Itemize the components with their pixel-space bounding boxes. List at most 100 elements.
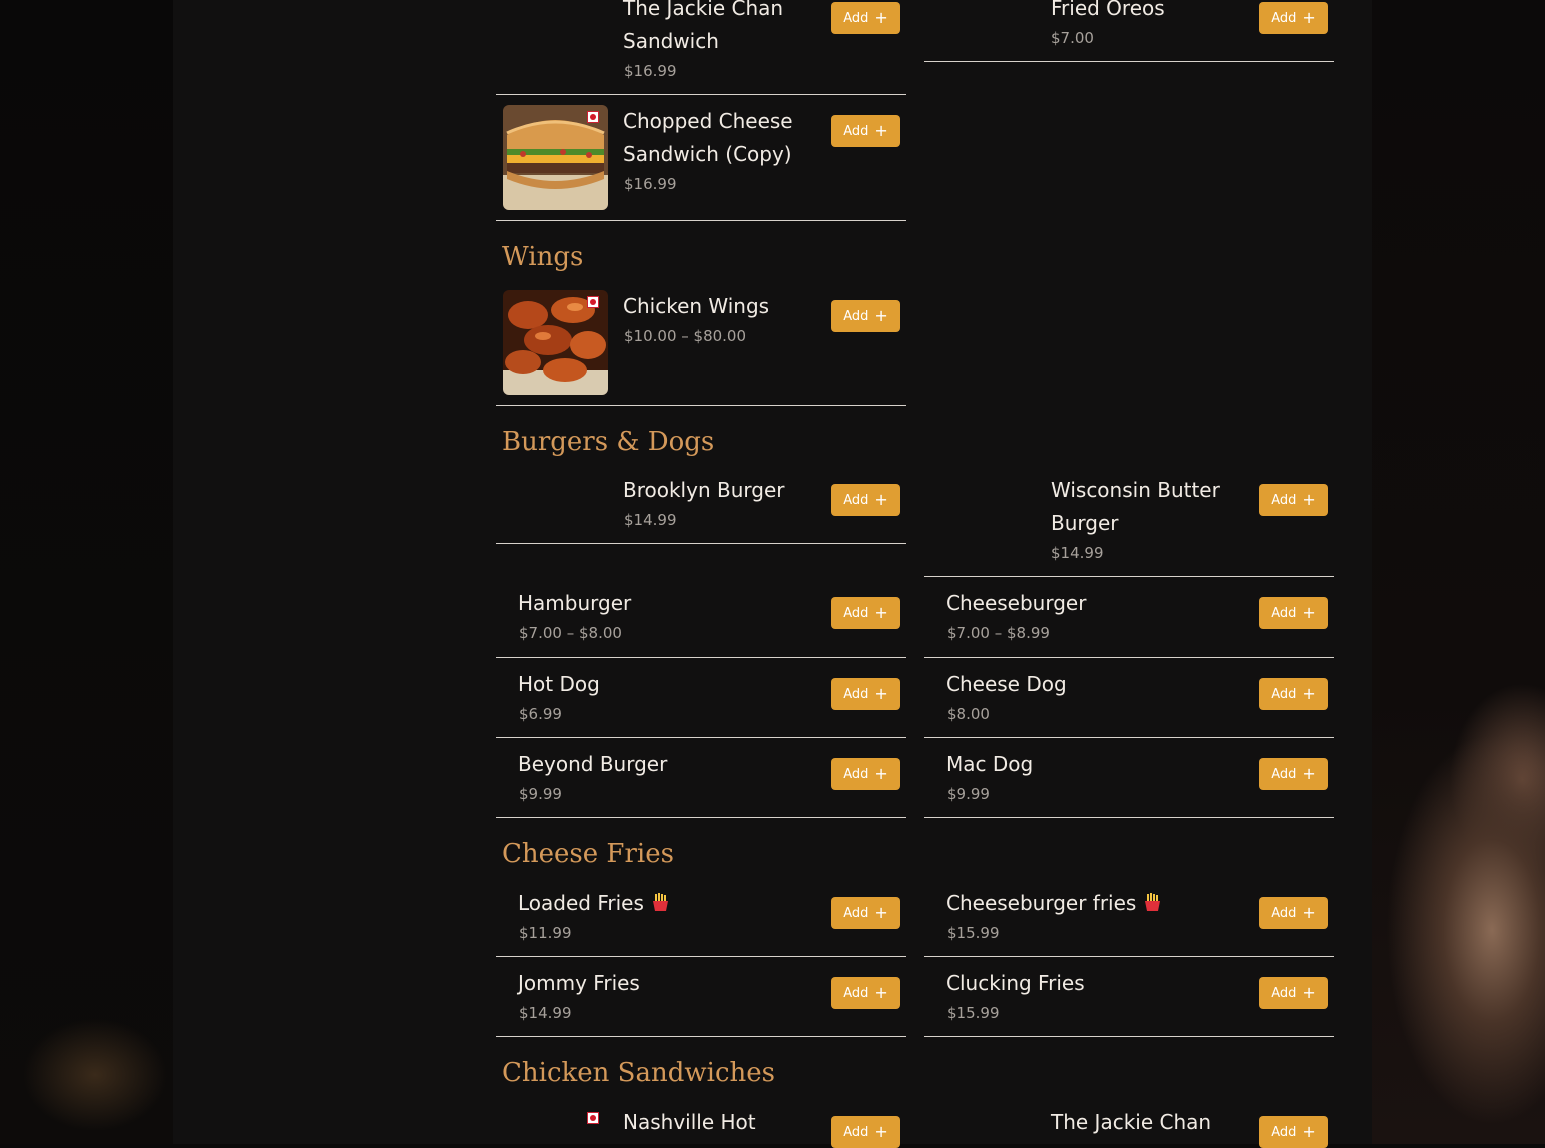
add-button[interactable]: Add +	[1259, 484, 1328, 516]
item-divider	[924, 1036, 1334, 1037]
item-name: Mac Dog	[946, 752, 1034, 776]
add-button[interactable]: Add +	[831, 115, 900, 147]
item-name-row: Cheeseburger fries	[946, 887, 1161, 920]
plus-icon: +	[1302, 603, 1316, 622]
plus-icon: +	[1302, 764, 1316, 783]
add-button[interactable]: Add +	[1259, 758, 1328, 790]
add-label: Add	[1271, 10, 1297, 26]
item-name: Nashville Hot	[623, 1110, 756, 1134]
add-label: Add	[1271, 492, 1297, 508]
plus-icon: +	[874, 983, 888, 1002]
add-label: Add	[843, 308, 869, 324]
item-divider	[496, 817, 906, 818]
flag-icon	[587, 296, 599, 308]
add-label: Add	[1271, 766, 1297, 782]
plus-icon: +	[1302, 983, 1316, 1002]
category-heading-burgers: Burgers & Dogs	[502, 427, 715, 457]
item-price: $14.99	[624, 511, 677, 529]
add-button[interactable]: Add +	[1259, 2, 1328, 34]
flag-icon	[587, 111, 599, 123]
add-button[interactable]: Add +	[1259, 678, 1328, 710]
add-button[interactable]: Add +	[831, 484, 900, 516]
background-left	[0, 0, 173, 1144]
plus-icon: +	[874, 8, 888, 27]
item-name: Fried Oreos	[1051, 0, 1165, 20]
add-button[interactable]: Add +	[1259, 977, 1328, 1009]
add-label: Add	[843, 10, 869, 26]
add-label: Add	[843, 985, 869, 1001]
add-button[interactable]: Add +	[831, 300, 900, 332]
item-name: Clucking Fries	[946, 971, 1085, 995]
item-name: Cheese Dog	[946, 672, 1067, 696]
plus-icon: +	[1302, 8, 1316, 27]
item-name: Cheeseburger	[946, 591, 1087, 615]
item-divider	[496, 1036, 906, 1037]
item-name: Chicken Wings	[623, 294, 770, 318]
item-divider	[924, 61, 1334, 62]
add-label: Add	[843, 905, 869, 921]
item-name: Loaded Fries	[518, 891, 644, 915]
item-price: $14.99	[1051, 544, 1104, 562]
item-price: $7.00	[1051, 29, 1094, 47]
item-name: The Jackie Chan Sandwich	[623, 0, 784, 53]
item-name: Beyond Burger	[518, 752, 668, 776]
item-divider	[496, 956, 906, 957]
plus-icon: +	[1302, 490, 1316, 509]
item-name: Brooklyn Burger	[623, 478, 785, 502]
item-name: Chopped Cheese Sandwich (Copy)	[623, 109, 793, 166]
item-divider	[496, 405, 906, 406]
item-divider	[496, 543, 906, 544]
item-divider	[496, 220, 906, 221]
add-label: Add	[843, 686, 869, 702]
add-label: Add	[843, 605, 869, 621]
item-name: Wisconsin Butter Burger	[1051, 478, 1220, 535]
add-button[interactable]: Add +	[831, 758, 900, 790]
item-price: $16.99	[624, 175, 677, 193]
background-right-photo	[1372, 0, 1545, 1144]
add-button[interactable]: Add +	[831, 1116, 900, 1148]
add-button[interactable]: Add +	[831, 897, 900, 929]
item-name-row: Loaded Fries	[518, 887, 669, 920]
item-divider	[496, 94, 906, 95]
item-price: $7.00 – $8.99	[947, 624, 1050, 642]
add-button[interactable]: Add +	[1259, 1116, 1328, 1148]
item-price: $10.00 – $80.00	[624, 327, 747, 345]
item-price: $14.99	[519, 1004, 572, 1022]
add-button[interactable]: Add +	[831, 2, 900, 34]
plus-icon: +	[874, 764, 888, 783]
item-price: $7.00 – $8.00	[519, 624, 622, 642]
item-name: Hot Dog	[518, 672, 600, 696]
item-divider	[924, 576, 1334, 577]
plus-icon: +	[874, 121, 888, 140]
add-label: Add	[1271, 686, 1297, 702]
item-price: $9.99	[519, 785, 562, 803]
item-price: $6.99	[519, 705, 562, 723]
flag-icon	[587, 1112, 599, 1124]
add-button[interactable]: Add +	[1259, 897, 1328, 929]
item-price: $15.99	[947, 1004, 1000, 1022]
add-button[interactable]: Add +	[831, 597, 900, 629]
add-button[interactable]: Add +	[1259, 597, 1328, 629]
item-name: The Jackie Chan	[1051, 1110, 1212, 1134]
plus-icon: +	[1302, 1122, 1316, 1141]
item-price: $11.99	[519, 924, 572, 942]
category-heading-fries: Cheese Fries	[502, 839, 674, 869]
item-divider	[924, 657, 1334, 658]
item-price: $9.99	[947, 785, 990, 803]
add-label: Add	[843, 123, 869, 139]
plus-icon: +	[874, 603, 888, 622]
add-button[interactable]: Add +	[831, 977, 900, 1009]
category-heading-wings: Wings	[502, 242, 584, 272]
plus-icon: +	[874, 490, 888, 509]
add-label: Add	[843, 1124, 869, 1140]
plus-icon: +	[1302, 684, 1316, 703]
category-heading-chicken: Chicken Sandwiches	[502, 1058, 775, 1088]
plus-icon: +	[874, 1122, 888, 1141]
item-divider	[924, 817, 1334, 818]
add-label: Add	[1271, 1124, 1297, 1140]
plus-icon: +	[874, 306, 888, 325]
add-label: Add	[1271, 905, 1297, 921]
item-divider	[924, 956, 1334, 957]
add-label: Add	[1271, 605, 1297, 621]
add-button[interactable]: Add +	[831, 678, 900, 710]
